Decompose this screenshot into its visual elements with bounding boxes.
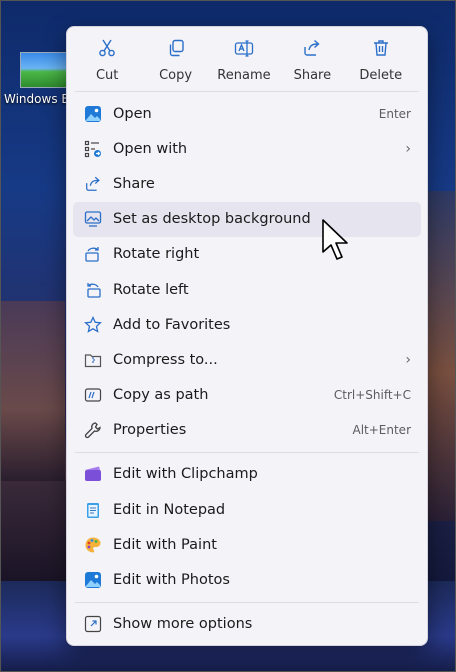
menu-item-label: Properties [113,422,187,439]
menu-item-edit-with-clipchamp[interactable]: Edit with Clipchamp [73,457,421,492]
rotate-right-icon [83,244,103,264]
menu-item-show-more-options[interactable]: Show more options [73,607,421,642]
menu-item-rotate-right[interactable]: Rotate right [73,237,421,272]
menu-item-label: Open [113,105,152,122]
menu-item-edit-in-notepad[interactable]: Edit in Notepad [73,492,421,527]
desktop-background-icon [83,209,103,229]
cut-label: Cut [95,68,119,83]
menu-item-label: Rotate left [113,281,189,298]
delete-button[interactable]: Delete [349,37,413,91]
photos-icon [83,570,103,590]
chevron-right-icon: › [405,140,411,157]
wrench-icon [83,420,103,440]
menu-item-copy-as-path[interactable]: Copy as path Ctrl+Shift+C [73,378,421,413]
menu-group-apps: Edit with Clipchamp Edit in Notepad Edit… [67,453,427,602]
rotate-left-icon [83,280,103,300]
menu-item-shortcut: Ctrl+Shift+C [333,388,411,403]
menu-item-open-with[interactable]: Open with › [73,131,421,166]
context-menu-toolbar: Cut Copy Rename Share Delete [67,27,427,91]
notepad-icon [83,500,103,520]
rename-button[interactable]: Rename [212,37,276,91]
menu-item-label: Edit with Photos [113,572,230,589]
menu-item-share[interactable]: Share [73,166,421,201]
copy-path-icon [83,385,103,405]
menu-item-set-desktop-background[interactable]: Set as desktop background [73,201,421,237]
menu-item-label: Add to Favorites [113,316,231,333]
share-icon [83,174,103,194]
zip-folder-icon [83,350,103,370]
wallpaper-building [1,301,65,481]
delete-label: Delete [359,68,403,83]
menu-item-label: Share [113,175,155,192]
photos-icon [83,104,103,124]
menu-item-add-to-favorites[interactable]: Add to Favorites [73,307,421,342]
menu-item-label: Copy as path [113,387,209,404]
wallpaper-building [1,481,71,581]
menu-item-label: Show more options [113,616,253,633]
menu-group-more: Show more options [67,603,427,645]
menu-group-main: Open Enter Open with › Share Set as desk… [67,92,427,452]
menu-item-label: Compress to... [113,351,218,368]
share-label: Share [293,68,332,83]
menu-item-rotate-left[interactable]: Rotate left [73,272,421,307]
menu-item-shortcut: Alt+Enter [352,423,411,438]
image-thumbnail [20,52,70,88]
clipchamp-icon [83,464,103,484]
copy-label: Copy [159,68,193,83]
menu-item-label: Edit with Paint [113,536,217,553]
share-button[interactable]: Share [280,37,344,91]
paint-icon [83,535,103,555]
copy-button[interactable]: Copy [144,37,208,91]
menu-item-label: Rotate right [113,246,200,263]
menu-item-compress-to[interactable]: Compress to... › [73,342,421,377]
trash-icon [370,37,392,59]
menu-item-edit-with-paint[interactable]: Edit with Paint [73,527,421,562]
mouse-pointer-icon [322,219,348,260]
context-menu: Cut Copy Rename Share Delete Open Enter … [66,26,428,646]
show-more-icon [83,614,103,634]
menu-item-edit-with-photos[interactable]: Edit with Photos [73,562,421,597]
menu-item-label: Set as desktop background [113,211,311,228]
menu-item-properties[interactable]: Properties Alt+Enter [73,413,421,448]
share-icon [301,37,323,59]
copy-icon [165,37,187,59]
chevron-right-icon: › [405,351,411,368]
rename-icon [233,37,255,59]
cut-button[interactable]: Cut [75,37,139,91]
menu-item-shortcut: Enter [378,106,411,121]
menu-item-label: Edit in Notepad [113,501,226,518]
open-with-icon [83,139,103,159]
rename-label: Rename [217,68,271,83]
menu-item-label: Open with [113,140,188,157]
scissors-icon [96,37,118,59]
menu-item-open[interactable]: Open Enter [73,96,421,131]
menu-item-label: Edit with Clipchamp [113,466,258,483]
star-icon [83,315,103,335]
